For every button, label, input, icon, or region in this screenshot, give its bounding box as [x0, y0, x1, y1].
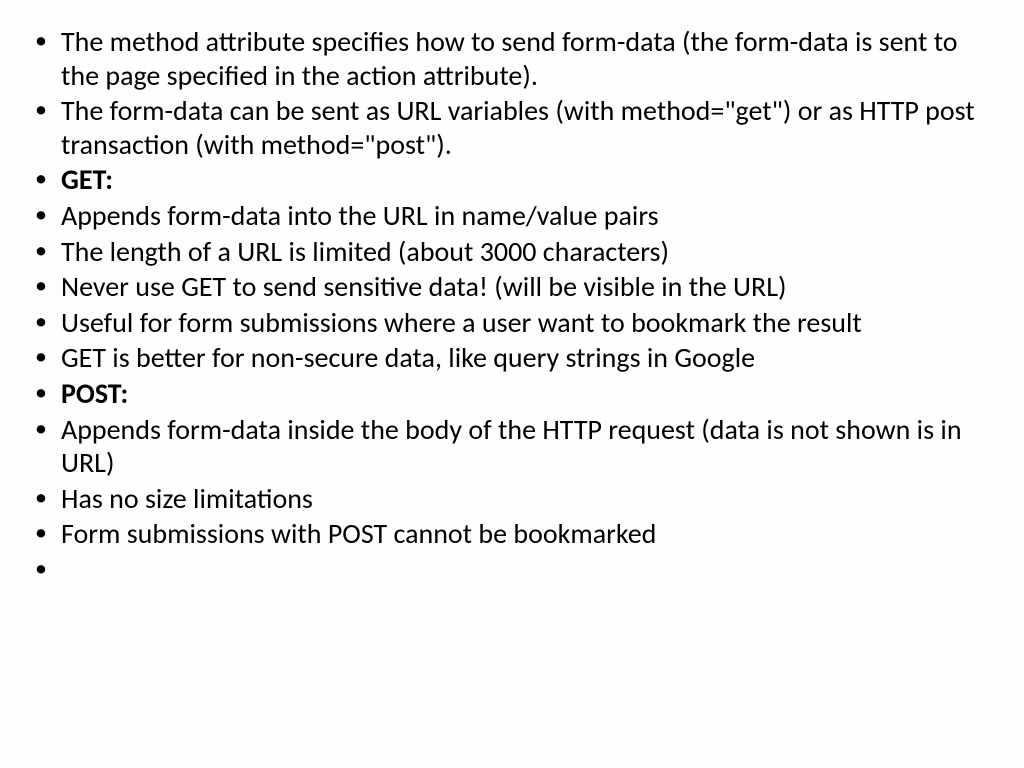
- list-item-text: Useful for form submissions where a user…: [61, 305, 862, 340]
- list-item: Never use GET to send sensitive data! (w…: [25, 270, 989, 304]
- list-item-text: The form-data can be sent as URL variabl…: [61, 93, 975, 162]
- list-item: GET is better for non-secure data, like …: [25, 341, 989, 375]
- list-item: Appends form-data into the URL in name/v…: [25, 199, 989, 233]
- list-item-text: GET is better for non-secure data, like …: [61, 340, 755, 375]
- list-item-text: Appends form-data inside the body of the…: [61, 412, 962, 481]
- list-item-text: The length of a URL is limited (about 30…: [61, 234, 669, 269]
- list-item: Form submissions with POST cannot be boo…: [25, 517, 989, 551]
- list-item-text: The method attribute specifies how to se…: [61, 24, 958, 93]
- list-item-text: Has no size limitations: [61, 481, 313, 516]
- list-item-text: Never use GET to send sensitive data! (w…: [61, 269, 786, 304]
- list-item: The method attribute specifies how to se…: [25, 25, 989, 92]
- bullet-list: The method attribute specifies how to se…: [25, 25, 989, 551]
- list-item: Useful for form submissions where a user…: [25, 306, 989, 340]
- list-item: Has no size limitations: [25, 482, 989, 516]
- list-item-text: POST:: [61, 376, 128, 411]
- list-item-text: Appends form-data into the URL in name/v…: [61, 198, 659, 233]
- list-item: The length of a URL is limited (about 30…: [25, 235, 989, 269]
- list-item: GET:: [25, 163, 989, 197]
- list-item-text: Form submissions with POST cannot be boo…: [61, 516, 656, 551]
- list-item: Appends form-data inside the body of the…: [25, 413, 989, 480]
- list-item: The form-data can be sent as URL variabl…: [25, 94, 989, 161]
- list-item: POST:: [25, 377, 989, 411]
- list-item-text: GET:: [61, 162, 113, 197]
